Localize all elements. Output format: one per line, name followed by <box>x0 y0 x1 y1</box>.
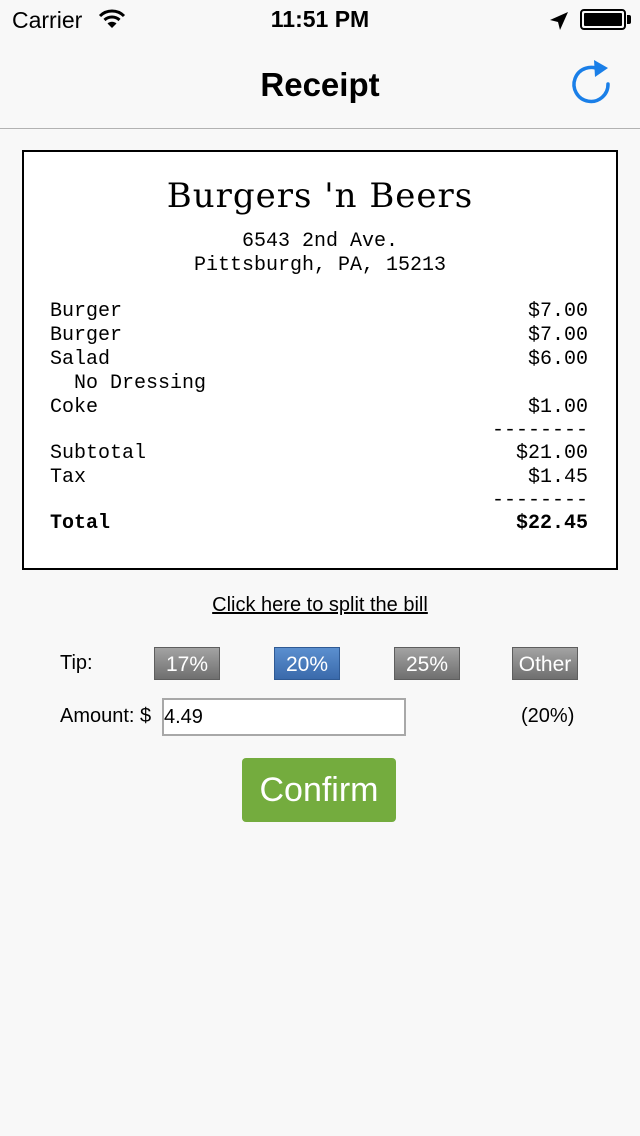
line-item: Burger $7.00 <box>50 300 588 324</box>
receipt-card: Burgers 'n Beers 6543 2nd Ave. Pittsburg… <box>22 150 618 570</box>
subtotal-label: Subtotal <box>50 442 147 465</box>
tip-17-button[interactable]: 17% <box>154 647 220 680</box>
refresh-icon[interactable] <box>566 56 616 110</box>
item-name: Burger <box>50 300 123 323</box>
tax-row: Tax $1.45 <box>50 466 588 490</box>
item-name: Burger <box>50 324 123 347</box>
battery-icon <box>580 9 626 30</box>
tip-other-button[interactable]: Other <box>512 647 578 680</box>
battery-fill <box>584 13 622 26</box>
item-price: $7.00 <box>527 300 588 323</box>
tip-label: Tip: <box>60 652 93 674</box>
item-name: Coke <box>50 396 99 419</box>
line-item: Coke $1.00 <box>50 396 588 420</box>
divider: -------- <box>491 419 588 442</box>
item-price: $6.00 <box>527 348 588 371</box>
tip-amount-input[interactable] <box>162 698 406 736</box>
item-price: $7.00 <box>527 324 588 347</box>
tip-20-button[interactable]: 20% <box>274 647 340 680</box>
subtotal-row: Subtotal $21.00 <box>50 442 588 466</box>
status-bar: Carrier 11:51 PM <box>0 0 640 40</box>
tax-value: $1.45 <box>527 466 588 489</box>
total-value: $22.45 <box>515 512 588 535</box>
line-item: Burger $7.00 <box>50 324 588 348</box>
address-line-1: 6543 2nd Ave. <box>241 230 399 253</box>
total-label: Total <box>50 512 111 535</box>
status-time: 11:51 PM <box>270 6 370 32</box>
location-arrow-icon <box>550 12 568 30</box>
subtotal-value: $21.00 <box>515 442 588 465</box>
address-line-2: Pittsburgh, PA, 15213 <box>193 254 447 277</box>
item-name: Salad <box>50 348 111 371</box>
total-row: Total $22.45 <box>50 512 588 536</box>
tip-percent-label: (20%) <box>521 705 575 727</box>
divider-line: -------- <box>50 489 588 513</box>
line-item: Salad $6.00 <box>50 348 588 372</box>
divider-line: -------- <box>50 419 588 443</box>
line-item-modifier: No Dressing <box>50 372 588 396</box>
amount-label: Amount: $ <box>60 705 152 727</box>
item-price: $1.00 <box>527 396 588 419</box>
navigation-bar: Receipt <box>0 40 640 129</box>
tip-25-button[interactable]: 25% <box>394 647 460 680</box>
divider: -------- <box>491 489 588 512</box>
confirm-button[interactable]: Confirm <box>242 758 396 822</box>
item-modifier: No Dressing <box>50 372 207 395</box>
split-bill-link[interactable]: Click here to split the bill <box>0 594 640 617</box>
restaurant-name: Burgers 'n Beers <box>166 176 474 216</box>
page-title: Receipt <box>260 66 380 103</box>
tax-label: Tax <box>50 466 87 489</box>
battery-cap <box>627 15 631 24</box>
